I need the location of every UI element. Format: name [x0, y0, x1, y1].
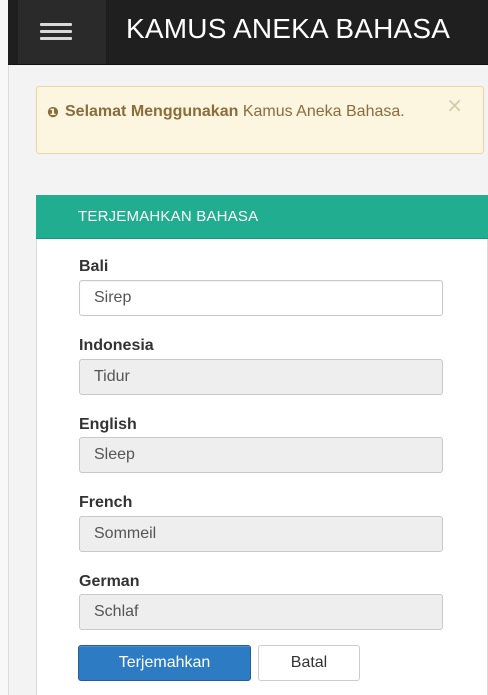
top-navbar: KAMUS ANEKA BAHASA — [8, 0, 488, 65]
indonesia-label: Indonesia — [79, 337, 154, 354]
translation-panel: TERJEMAHKAN BAHASA Bali Indonesia Tidur … — [36, 195, 488, 695]
menu-icon-line-top — [40, 23, 72, 26]
german-label: German — [79, 573, 140, 590]
app-screen: KAMUS ANEKA BAHASA ❶ Selamat Menggunakan … — [0, 0, 488, 695]
german-output: Schlaf — [79, 594, 443, 630]
menu-icon-line-bottom — [40, 37, 72, 40]
french-label: French — [79, 494, 133, 511]
panel-title: TERJEMAHKAN BAHASA — [36, 195, 488, 239]
left-edge-strip — [0, 0, 9, 695]
alert-text: Kamus Aneka Bahasa. — [238, 103, 405, 120]
welcome-alert: ❶ Selamat Menggunakan Kamus Aneka Bahasa.… — [36, 86, 484, 154]
indonesia-output: Tidur — [79, 359, 443, 395]
translate-button[interactable]: Terjemahkan — [78, 645, 251, 681]
exclamation-circle-icon: ❶ — [47, 105, 59, 121]
alert-strong-text: Selamat Menggunakan — [65, 103, 239, 120]
menu-button[interactable] — [18, 0, 106, 64]
menu-icon-line-middle — [40, 30, 72, 33]
alert-close-button[interactable]: × — [446, 95, 463, 115]
bali-input[interactable] — [79, 280, 443, 316]
app-title: KAMUS ANEKA BAHASA — [126, 13, 451, 44]
bali-label: Bali — [79, 258, 109, 275]
english-label: English — [79, 416, 137, 433]
cancel-button[interactable]: Batal — [258, 645, 360, 681]
hamburger-menu-icon — [40, 23, 72, 41]
french-output: Sommeil — [79, 516, 443, 552]
english-output: Sleep — [79, 437, 443, 473]
